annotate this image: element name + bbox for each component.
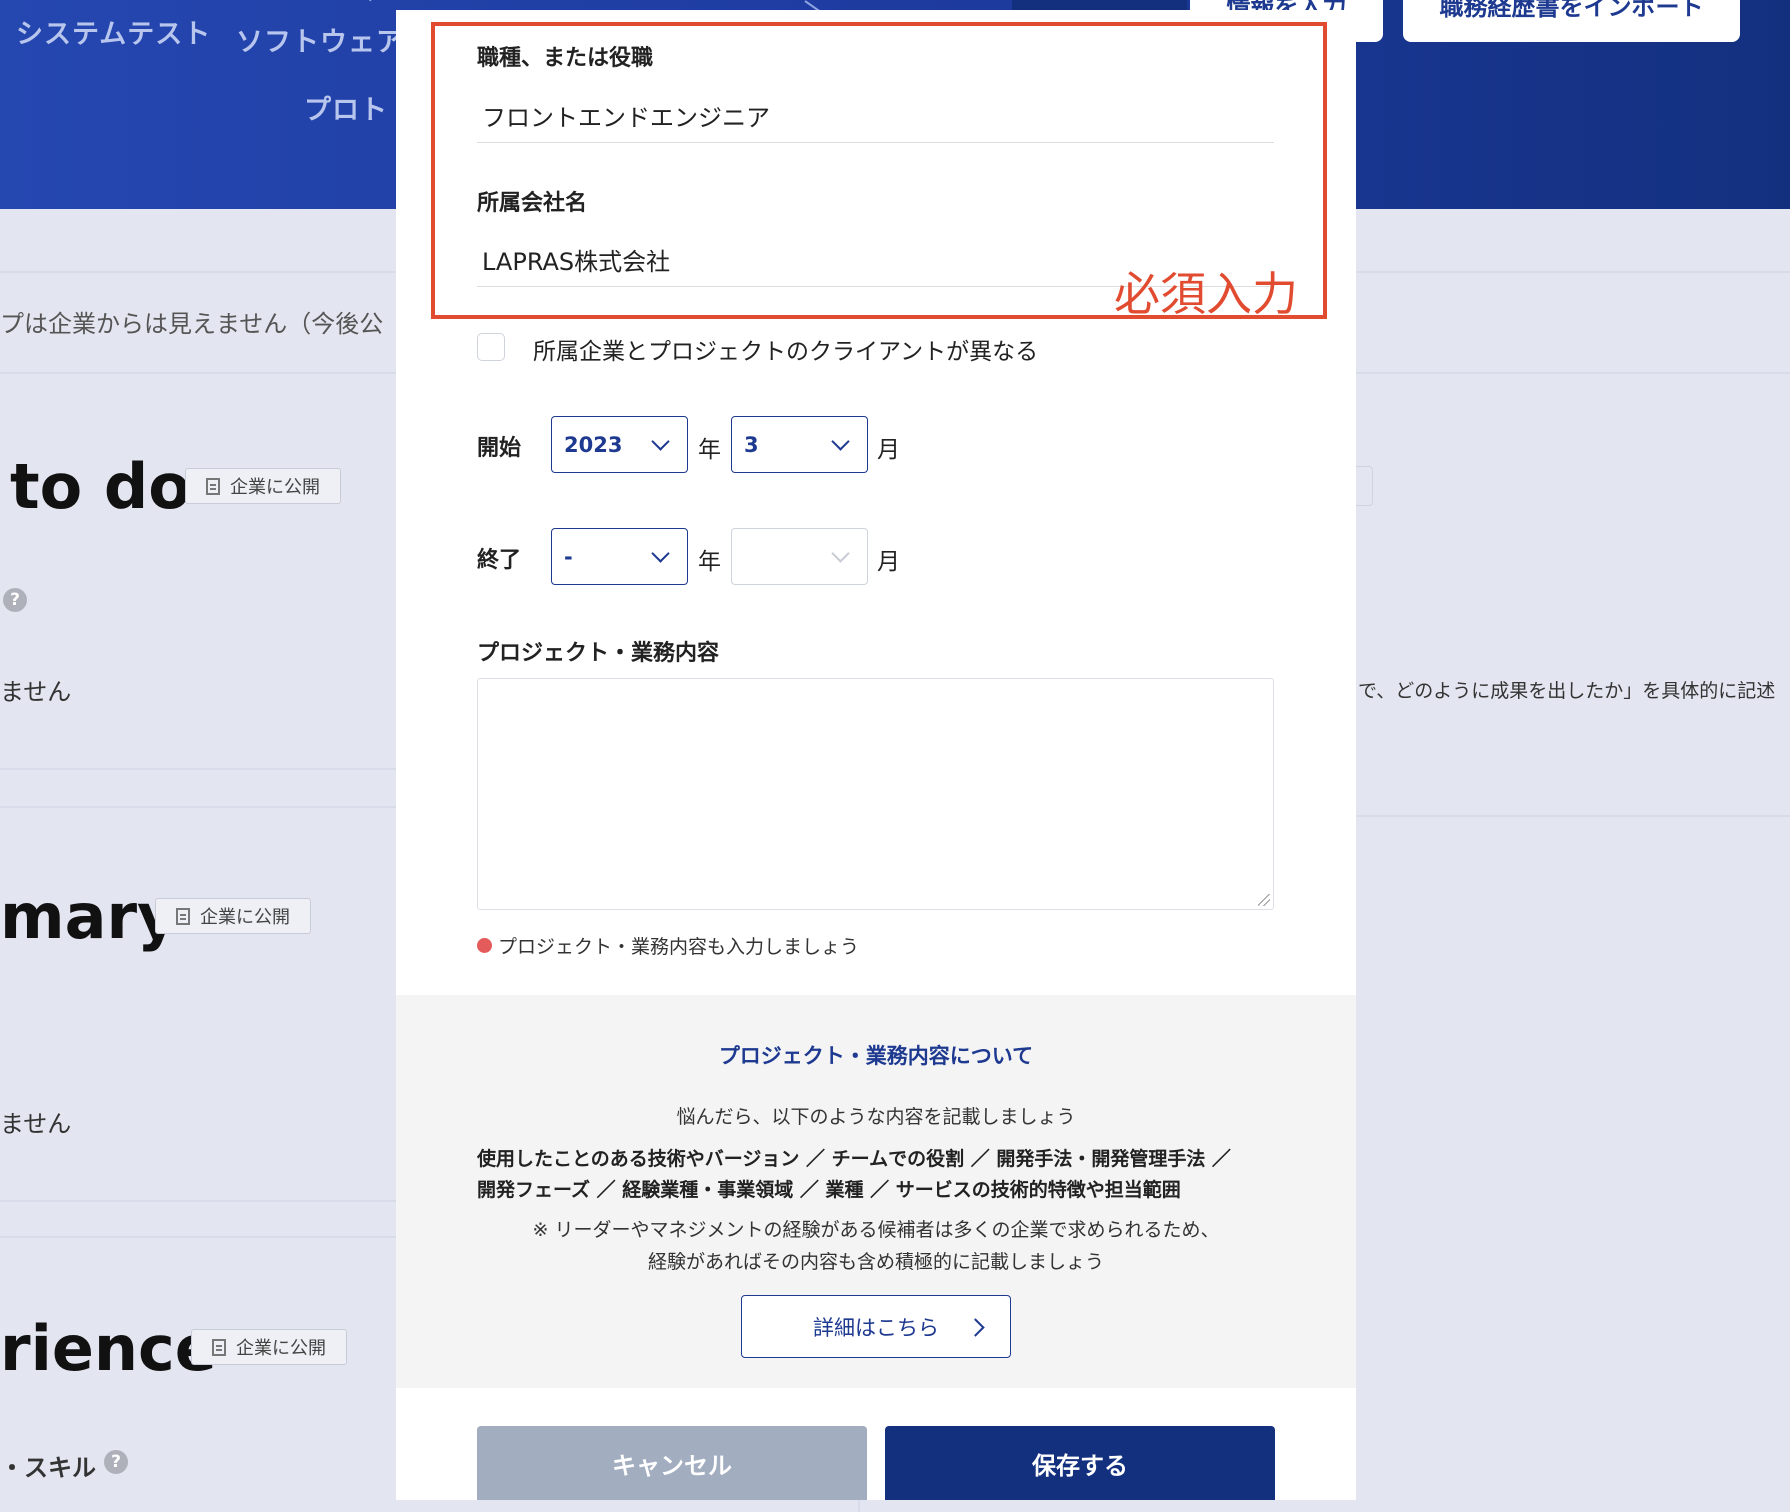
end-year-value: - [564,544,573,569]
chevron-down-icon [651,544,670,563]
public-badge-label: 企業に公開 [200,907,290,928]
public-badge-label: 企業に公開 [230,477,320,498]
skills-label: ・スキル [0,1454,96,1482]
hero-decoration-line [369,0,385,2]
content-label: プロジェクト・業務内容 [477,641,720,666]
year-unit: 年 [698,437,721,463]
divider [0,806,396,808]
public-badge[interactable]: 企業に公開 [191,1329,347,1365]
building-icon [176,907,190,925]
divider [0,1200,396,1202]
guide-items-line1: 使用したことのある技術やバージョン ／ チームでの役割 ／ 開発手法・開発管理手… [477,1148,1231,1170]
start-month-select[interactable]: 3 [731,416,868,473]
content-textarea[interactable] [477,678,1274,910]
chevron-down-icon [831,432,850,451]
section-title-summary: mary [0,880,178,953]
building-icon [206,477,220,495]
required-annotation-text: 必須入力 [1114,267,1298,321]
chevron-down-icon [651,432,670,451]
empty-text: ません [0,1110,72,1138]
cancel-button[interactable]: キャンセル [477,1426,867,1500]
guide-intro: 悩んだら、以下のような内容を記載しましょう [676,1106,1076,1128]
guide-title: プロジェクト・業務内容について [718,1044,1034,1068]
public-badge[interactable]: 企業に公開 [155,898,311,934]
end-month-select[interactable] [731,528,868,585]
guide-note-line2: 経験があればその内容も含め積極的に記載しましょう [647,1251,1104,1273]
divider [1356,815,1790,817]
client-diff-checkbox[interactable] [477,333,505,361]
hero-keyword: ソフトウェア [236,27,404,58]
month-unit: 月 [877,549,900,575]
start-year-select[interactable]: 2023 [551,416,688,473]
divider [0,1236,396,1238]
divider [0,768,396,770]
start-label: 開始 [477,436,522,461]
empty-text: ません [0,678,72,706]
end-label: 終了 [477,548,522,573]
month-unit: 月 [877,437,900,463]
public-badge[interactable]: 企業に公開 [185,468,341,504]
save-button[interactable]: 保存する [885,1426,1275,1500]
content-hint-text: プロジェクト・業務内容も入力しましょう [498,936,860,958]
import-resume-button-label: 職務経歴書をインポート [1439,0,1704,21]
section-title-experience: rience [0,1312,217,1385]
hero-keyword: システムテスト [16,19,212,50]
content-hint: プロジェクト・業務内容も入力しましょう [477,932,859,959]
project-edit-modal: 職種、または役職 フロントエンドエンジニア 所属会社名 LAPRAS株式会社 必… [396,10,1356,1500]
warning-dot-icon [477,938,492,953]
end-year-select[interactable]: - [551,528,688,585]
chevron-right-icon [966,1318,985,1337]
start-month-value: 3 [744,432,759,457]
help-icon[interactable]: ? [3,588,27,612]
guide-detail-button[interactable]: 詳細はこちら [741,1295,1011,1358]
help-icon[interactable]: ? [104,1450,128,1474]
chevron-down-icon [831,544,850,563]
import-resume-button[interactable]: 職務経歴書をインポート [1403,0,1740,42]
building-icon [212,1338,226,1356]
start-year-value: 2023 [564,432,623,457]
section-title-todo: to do [10,450,191,523]
resize-handle-icon[interactable] [1258,894,1270,906]
public-badge-label: 企業に公開 [236,1338,326,1359]
client-diff-label[interactable]: 所属企業とプロジェクトのクライアントが異なる [533,332,1038,366]
guide-items-line2: 開発フェーズ ／ 経験業種・事業領域 ／ 業種 ／ サービスの技術的特徴や担当範… [477,1179,1181,1201]
background-box [1356,466,1373,506]
background-description: で、どのように成果を出したか」を具体的に記述 [1358,680,1776,702]
content-guide-panel: プロジェクト・業務内容について 悩んだら、以下のような内容を記載しましょう 使用… [396,995,1356,1388]
year-unit: 年 [698,549,721,575]
hero-keyword: プロト [304,95,388,126]
guide-note-line1: ※ リーダーやマネジメントの経験がある候補者は多くの企業で求められるため、 [532,1219,1220,1241]
visibility-notice: プは企業からは見えません（今後公 [0,310,384,338]
guide-detail-button-label: 詳細はこちら [813,1315,939,1340]
